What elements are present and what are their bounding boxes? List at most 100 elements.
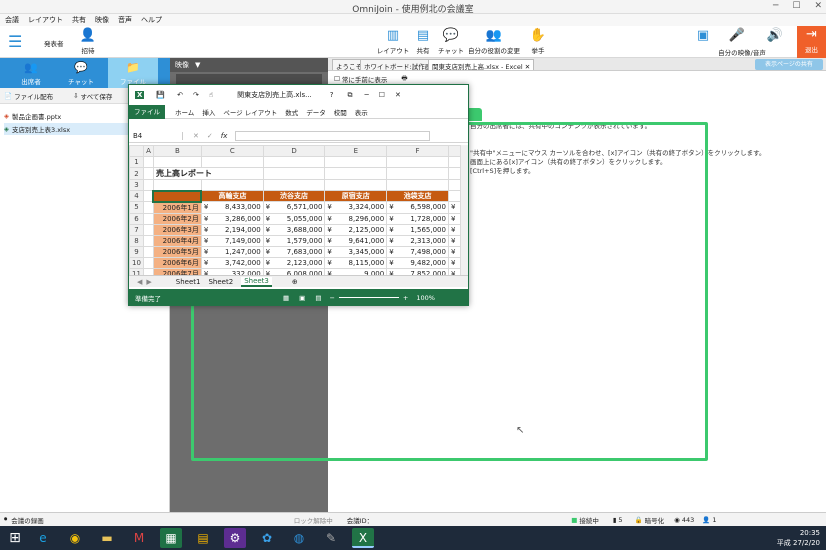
next-sheet-icon[interactable]: ▶ xyxy=(146,278,151,286)
minimize-icon[interactable]: ─ xyxy=(773,1,778,11)
close-icon[interactable]: ✕ xyxy=(525,63,530,71)
touch-mode-icon[interactable]: ☝ xyxy=(209,91,213,99)
month-cell[interactable]: 2006年2月 xyxy=(152,212,202,225)
month-cell[interactable]: 2006年1月 xyxy=(152,201,202,214)
ribbon-formulas[interactable]: 数式 xyxy=(285,107,298,117)
save-icon[interactable]: 💾 xyxy=(156,91,165,99)
globe-icon[interactable]: ◍ xyxy=(288,528,310,548)
invite-button[interactable]: 👤 招待 xyxy=(76,28,100,55)
value-cell[interactable]: ¥3,324,000 xyxy=(324,201,388,214)
omnijoin-icon[interactable]: ✿ xyxy=(256,528,278,548)
col-header[interactable]: B xyxy=(152,145,202,157)
value-cell[interactable]: ¥2,313,000 xyxy=(386,234,449,247)
sheet-grid[interactable]: ABCDEF 1 2 売上高レポート 3 4 高輪支店 渋谷支店 原宿支店 池袋支店 52… xyxy=(129,145,461,275)
row-header[interactable]: 11 xyxy=(129,267,144,275)
menu-share[interactable]: 共有 xyxy=(72,15,86,25)
col-header[interactable]: F xyxy=(386,145,449,157)
show-page-share-button[interactable]: 表示ページの共有 xyxy=(755,59,823,70)
value-cell[interactable]: ¥6,571,000 xyxy=(262,201,326,214)
zoom-in-icon[interactable]: + xyxy=(403,294,408,302)
col-header[interactable]: C xyxy=(200,145,264,157)
share-button[interactable]: ▤ 共有 xyxy=(412,28,434,55)
value-cell[interactable]: ¥6,598,000 xyxy=(386,201,449,214)
value-cell[interactable]: ¥7,149,000 xyxy=(200,234,264,247)
zoom-slider[interactable] xyxy=(338,297,399,298)
col-header[interactable]: E xyxy=(324,145,388,157)
camera-button[interactable]: ▣ xyxy=(690,28,716,45)
month-cell[interactable]: 2006年4月 xyxy=(152,234,202,247)
chat-button[interactable]: 💬 チャット xyxy=(438,28,464,55)
value-cell[interactable]: ¥3,688,000 xyxy=(262,223,326,236)
value-cell[interactable]: ¥6,008,000 xyxy=(262,267,326,275)
tab-attendees[interactable]: 👥 出席者 xyxy=(6,58,56,88)
value-cell[interactable]: ¥1,579,000 xyxy=(262,234,326,247)
value-cell[interactable]: ¥8,296,000 xyxy=(324,212,388,225)
value-cell[interactable]: ¥3,286,000 xyxy=(200,212,264,225)
redo-icon[interactable]: ↷ xyxy=(193,91,199,99)
ribbon-insert[interactable]: 挿入 xyxy=(202,107,215,117)
month-cell[interactable]: 2006年5月 xyxy=(152,245,202,258)
ribbon-review[interactable]: 校閲 xyxy=(334,107,347,117)
close-icon[interactable]: ✕ xyxy=(814,1,822,11)
print-icon[interactable]: 🖶 xyxy=(401,74,407,85)
value-cell[interactable]: ¥3,345,000 xyxy=(324,245,388,258)
zoom-out-icon[interactable]: − xyxy=(329,294,334,302)
row-header[interactable]: 10 xyxy=(129,256,144,269)
mail-icon[interactable]: M xyxy=(128,528,150,548)
menu-audio[interactable]: 音声 xyxy=(118,15,132,25)
mic-button[interactable]: 🎤 xyxy=(728,28,746,45)
row-header[interactable]: 9 xyxy=(129,245,144,258)
menu-meeting[interactable]: 会議 xyxy=(5,15,19,25)
value-cell[interactable]: ¥2,125,000 xyxy=(324,223,388,236)
undo-icon[interactable]: ↶ xyxy=(177,91,183,99)
store-icon[interactable]: ▦ xyxy=(160,528,182,548)
role-change-button[interactable]: 👥 自分の役割の変更 xyxy=(466,28,522,55)
month-cell[interactable]: 2006年6月 xyxy=(152,256,202,269)
value-cell[interactable]: ¥7,498,000 xyxy=(386,245,449,258)
sheet-tab-2[interactable]: Sheet2 xyxy=(208,278,233,286)
value-cell[interactable]: ¥7,852,000 xyxy=(386,267,449,275)
ribbon-pagelayout[interactable]: ページ レイアウト xyxy=(223,107,277,117)
ie-icon[interactable]: e xyxy=(32,528,54,548)
tab-excel[interactable]: 関東支店別売上高.xlsx - Excel ✕ xyxy=(428,59,535,71)
minimize-icon[interactable]: ─ xyxy=(365,91,369,99)
month-cell[interactable]: 2006年7月 xyxy=(152,267,202,275)
start-icon[interactable]: ⊞ xyxy=(4,528,26,548)
col-header[interactable]: A xyxy=(142,145,154,157)
month-cell[interactable]: 2006年3月 xyxy=(152,223,202,236)
maximize-icon[interactable]: ☐ xyxy=(379,91,385,99)
sheet-tab-3[interactable]: Sheet3 xyxy=(241,276,272,287)
notes-icon[interactable]: ▤ xyxy=(192,528,214,548)
normal-view-icon[interactable]: ▦ xyxy=(283,294,289,302)
formula-input[interactable] xyxy=(235,130,431,141)
page-layout-icon[interactable]: ▣ xyxy=(299,294,305,302)
layout-button[interactable]: ▥ レイアウト xyxy=(376,28,410,55)
chrome-icon[interactable]: ◉ xyxy=(64,528,86,548)
tab-chat[interactable]: 💬 チャット xyxy=(56,58,106,88)
value-cell[interactable]: ¥8,433,000 xyxy=(200,201,264,214)
clock[interactable]: 20:35 平成 27/2/20 xyxy=(777,528,820,548)
value-cell[interactable]: ¥9,641,000 xyxy=(324,234,388,247)
close-icon[interactable]: ✕ xyxy=(395,91,401,99)
row-header[interactable]: 7 xyxy=(129,223,144,236)
speaker-button[interactable]: 🔊 xyxy=(762,28,788,45)
value-cell[interactable]: ¥5,055,000 xyxy=(262,212,326,225)
value-cell[interactable]: ¥9,000 xyxy=(324,267,388,275)
value-cell[interactable]: ¥7,683,000 xyxy=(262,245,326,258)
ribbon-file[interactable]: ファイル xyxy=(129,105,165,119)
value-cell[interactable]: ¥8,115,000 xyxy=(324,256,388,269)
name-box[interactable]: B4 xyxy=(133,131,183,140)
pen-icon[interactable]: ✎ xyxy=(320,528,342,548)
vertical-scrollbar[interactable] xyxy=(461,145,468,275)
value-cell[interactable]: ¥1,565,000 xyxy=(386,223,449,236)
tab-whiteboard[interactable]: ホワイトボード:試作画 xyxy=(360,59,436,71)
maximize-icon[interactable]: ☐ xyxy=(792,1,800,11)
save-all-button[interactable]: すべて保存 xyxy=(81,91,113,101)
checkbox-icon[interactable]: ☐ xyxy=(334,75,340,83)
prev-sheet-icon[interactable]: ◀ xyxy=(137,278,142,286)
value-cell[interactable]: ¥2,123,000 xyxy=(262,256,326,269)
raise-hand-button[interactable]: ✋ 挙手 xyxy=(527,28,549,55)
hamburger-icon[interactable]: ☰ xyxy=(8,32,22,51)
file-distribute-button[interactable]: ファイル配布 xyxy=(14,91,53,101)
menu-video[interactable]: 映像 xyxy=(95,15,109,25)
